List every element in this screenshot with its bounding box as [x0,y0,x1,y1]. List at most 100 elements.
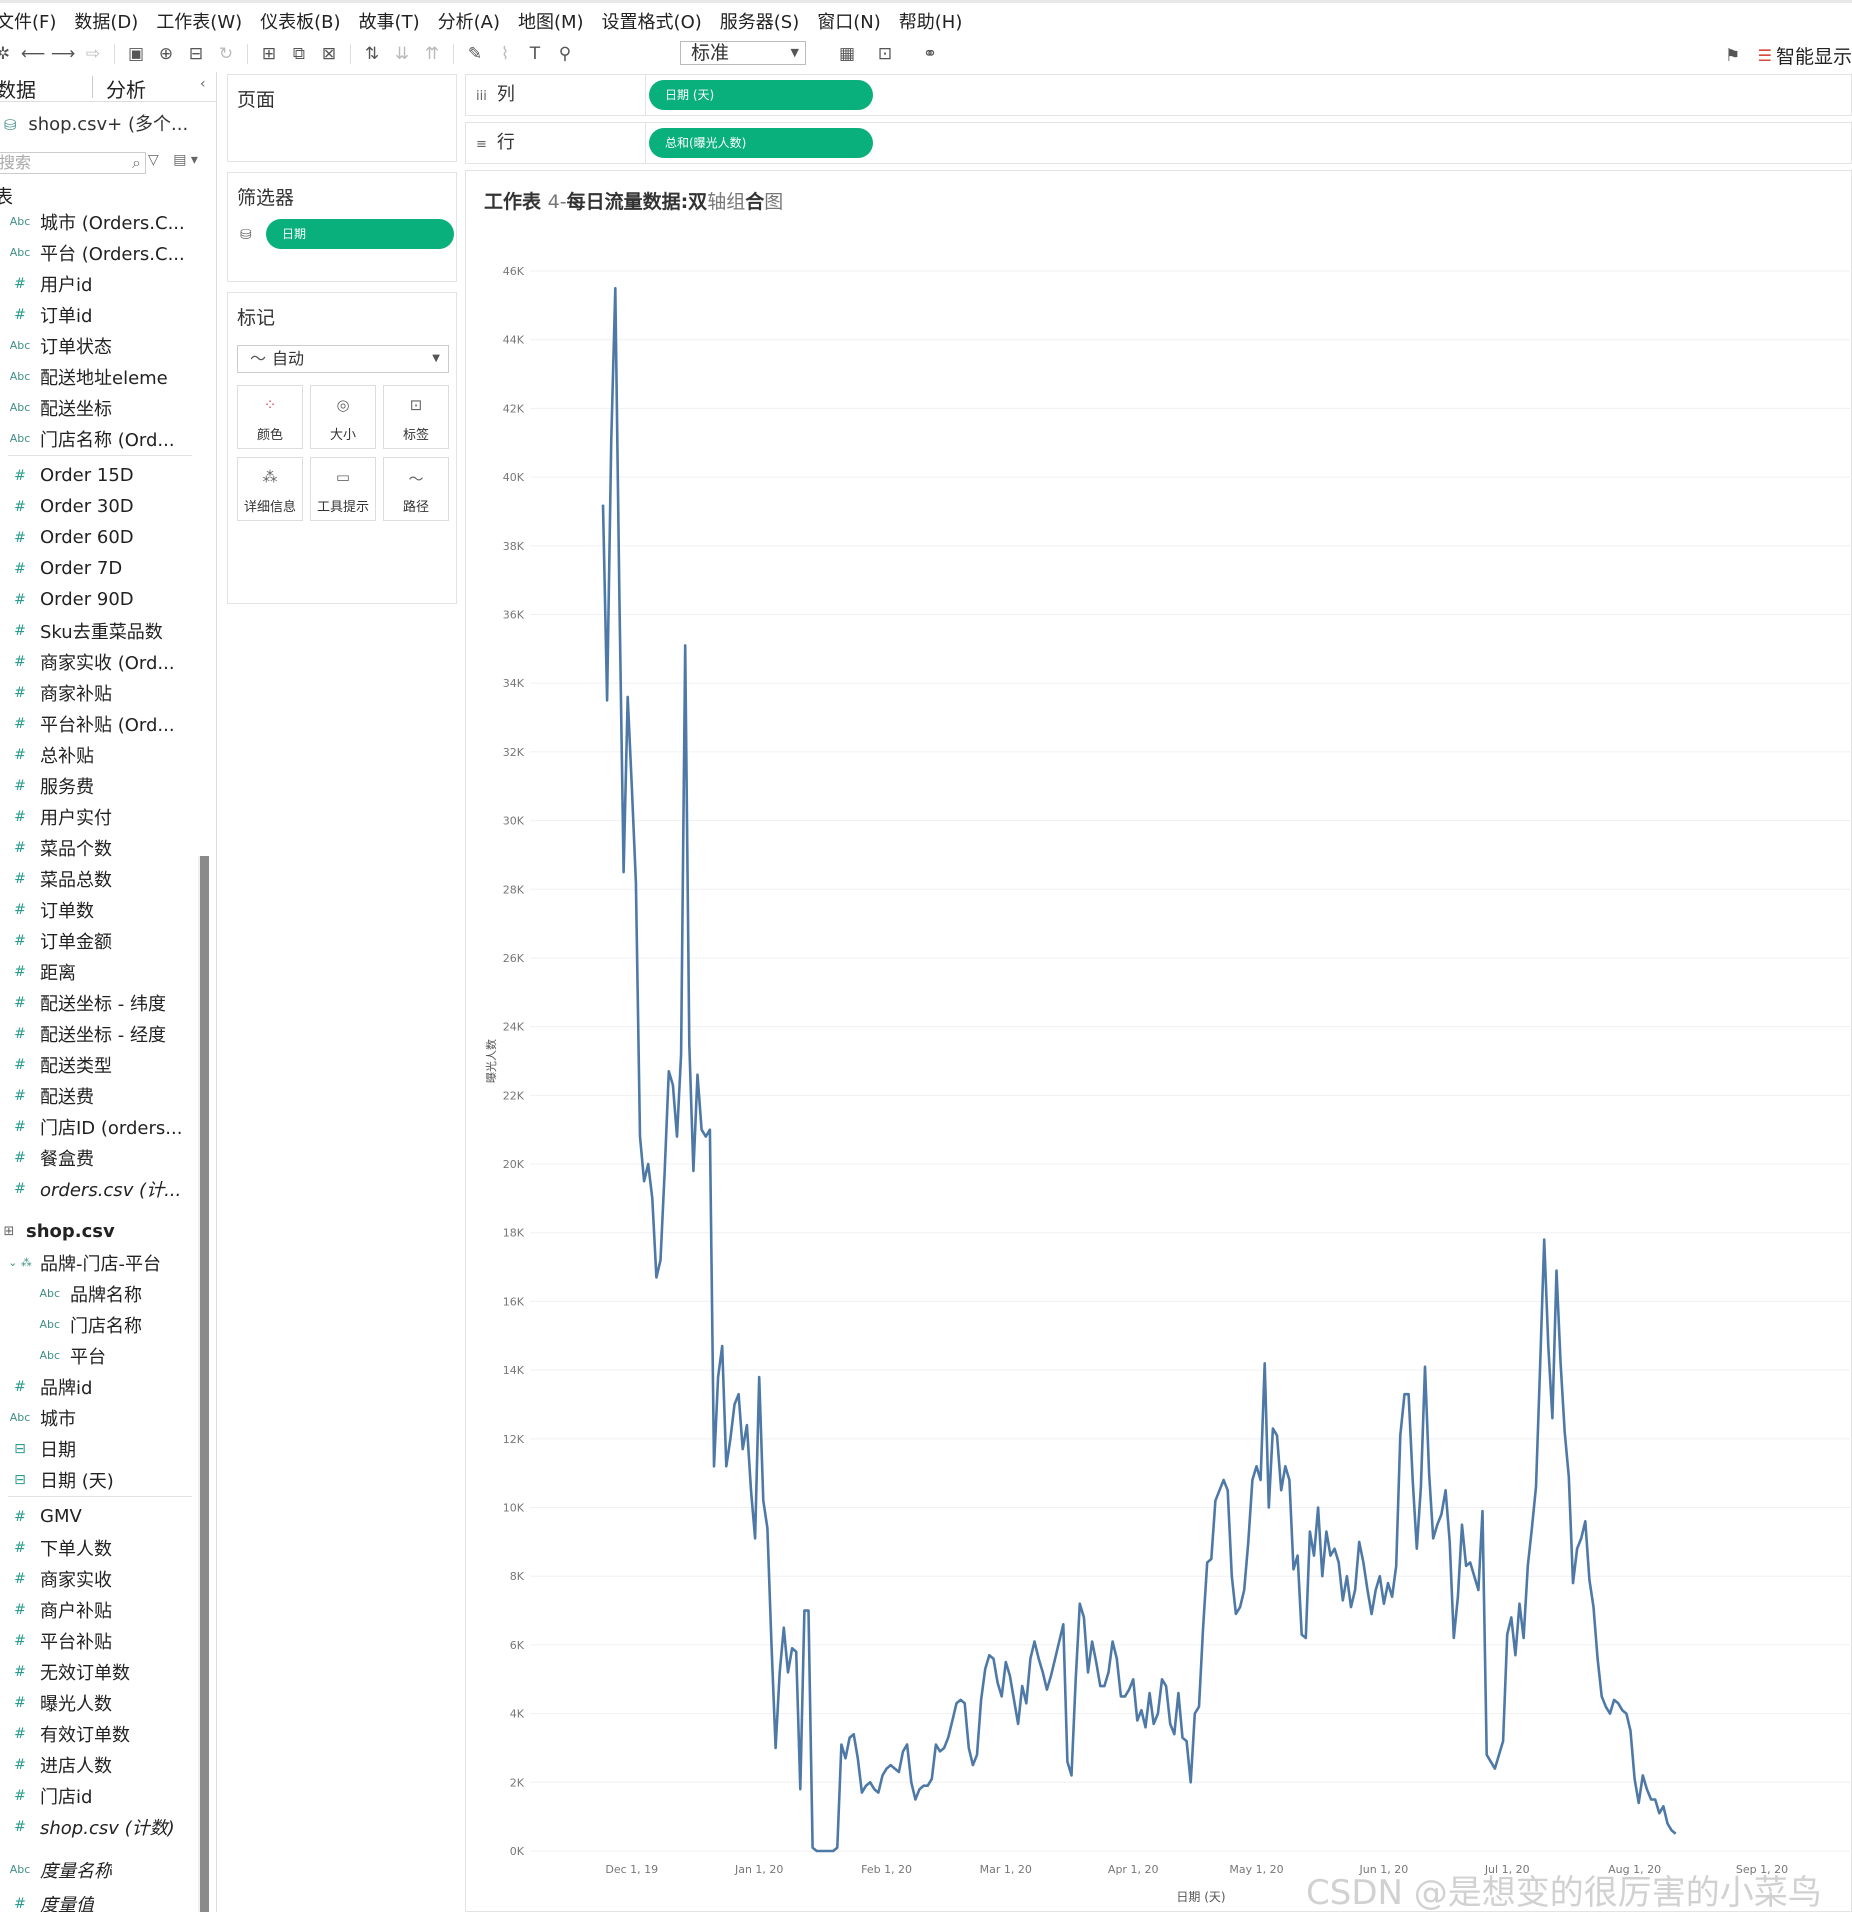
sort-ascending-icon[interactable]: ⇊ [387,44,417,64]
size-button[interactable]: ◎ 大小 [310,385,376,449]
scrollbar-thumb[interactable] [200,856,209,1912]
filter-pill-date[interactable]: 日期 [266,219,454,249]
field-item[interactable]: # 订单金额 [0,925,200,956]
refresh-icon[interactable]: ↻ [211,44,241,64]
duplicate-icon[interactable]: ⧉ [284,44,314,64]
line-chart[interactable]: 0K 2K 4K 6K 8K 10K 12K 14K 16K 18K 20K 22K 24K 26K 28K… [466,171,1852,1912]
field-item[interactable]: Abc 门店名称 (Ord... [0,423,200,454]
pages-card[interactable]: 页面 [227,74,457,162]
field-item[interactable]: # Order 7D [0,553,200,584]
field-item[interactable]: # Order 15D [0,460,200,491]
rows-shelf[interactable]: ≡ 行 总和(曝光人数) [465,122,1852,164]
columns-shelf[interactable]: iii 列 日期 (天) [465,74,1852,116]
redo-icon[interactable]: ⟶ [48,44,78,64]
detail-button[interactable]: ⁂ 详细信息 [237,457,303,521]
save-icon[interactable]: ▣ [121,44,151,64]
highlight-icon[interactable]: ✎ [460,44,490,64]
field-item[interactable]: # 度量值 [0,1888,200,1912]
field-item[interactable]: # shop.csv (计数) [0,1811,200,1842]
color-button[interactable]: ⁘ 颜色 [237,385,303,449]
filter-icon[interactable]: ▽ [148,152,159,168]
field-item[interactable]: # 菜品总数 [0,863,200,894]
pin-tool-icon[interactable]: ⚑ [1718,46,1748,66]
table-shop-csv[interactable]: ⊞ shop.csv [0,1216,192,1247]
menu-item-3[interactable]: 仪表板(B) [260,8,340,34]
menu-item-4[interactable]: 故事(T) [359,8,420,34]
field-item[interactable]: # 商家实收 (Ord... [0,646,200,677]
field-item[interactable]: Abc 配送坐标 [0,392,200,423]
field-item[interactable]: Abc 城市 [0,1402,200,1433]
tableau-logo-icon[interactable]: ✲ [0,44,18,64]
menu-item-8[interactable]: 服务器(S) [720,8,799,34]
undo-icon[interactable]: ⟵ [18,44,48,64]
swap-icon[interactable]: ⇅ [357,44,387,64]
field-item[interactable]: Abc 度量名称 [0,1854,200,1885]
field-item[interactable]: # 订单数 [0,894,200,925]
presentation-icon[interactable]: ⊡ [870,44,900,64]
menu-item-5[interactable]: 分析(A) [438,8,500,34]
menu-item-2[interactable]: 工作表(W) [156,8,242,34]
field-item[interactable]: Abc 平台 (Orders.C... [0,237,200,268]
show-cards-icon[interactable]: ▦ [832,44,862,64]
field-item[interactable]: # 品牌id [0,1371,200,1402]
collapse-icon[interactable]: ‹ [200,76,206,92]
mark-type-select[interactable]: 〜自动 ▼ [237,345,449,373]
field-item[interactable]: Abc 城市 (Orders.C... [0,206,200,237]
field-item[interactable]: Abc 门店名称 [0,1309,200,1340]
sort-descending-icon[interactable]: ⇈ [417,44,447,64]
field-item[interactable]: # 平台补贴 [0,1625,200,1656]
replay-icon[interactable]: ⇨ [78,44,108,64]
field-item[interactable]: # 餐盒费 [0,1142,200,1173]
field-item[interactable]: # Order 90D [0,584,200,615]
pin-icon[interactable]: ⚲ [550,44,580,64]
clear-sheet-icon[interactable]: ⊠ [314,44,344,64]
field-item[interactable]: Abc 平台 [0,1340,200,1371]
menu-item-0[interactable]: 文件(F) [0,8,56,34]
field-item[interactable]: # 菜品个数 [0,832,200,863]
field-item[interactable]: # 无效订单数 [0,1656,200,1687]
field-item[interactable]: # 距离 [0,956,200,987]
view-toggle-icon[interactable]: ▤ ▾ [173,152,198,168]
field-item[interactable]: # 商家实收 [0,1563,200,1594]
field-item[interactable]: # 有效订单数 [0,1718,200,1749]
field-item[interactable]: # Order 30D [0,491,200,522]
field-item[interactable]: # 配送坐标 - 经度 [0,1018,200,1049]
group-icon[interactable]: ⌇ [490,44,520,64]
field-item[interactable]: # 配送坐标 - 纬度 [0,987,200,1018]
labels-icon[interactable]: T [520,44,550,64]
tab-data[interactable]: 数据 [0,74,36,103]
field-item[interactable]: # 平台补贴 (Ord... [0,708,200,739]
field-item[interactable]: # Sku去重菜品数 [0,615,200,646]
field-item[interactable]: Abc 配送地址eleme [0,361,200,392]
new-datasource-icon[interactable]: ⊕ [151,44,181,64]
field-item[interactable]: Abc 品牌名称 [0,1278,200,1309]
menu-item-7[interactable]: 设置格式(O) [602,8,702,34]
fit-select[interactable]: 标准 ▼ [680,41,806,65]
label-button[interactable]: ⊡ 标签 [383,385,449,449]
field-item[interactable]: # 下单人数 [0,1532,200,1563]
field-item[interactable]: # GMV [0,1501,200,1532]
series-line-exposure[interactable] [601,286,1677,1853]
field-item[interactable]: # 服务费 [0,770,200,801]
field-item[interactable]: # 商户补贴 [0,1594,200,1625]
tooltip-button[interactable]: ▭ 工具提示 [310,457,376,521]
field-item[interactable]: # 订单id [0,299,200,330]
show-me-button[interactable]: 智能显示 [1776,42,1852,69]
field-item[interactable]: # 门店ID (orders... [0,1111,200,1142]
field-item[interactable]: ⌄ ⁂ 品牌-门店-平台 [0,1247,200,1278]
field-item[interactable]: ⊟ 日期 (天) [0,1464,200,1495]
field-item[interactable]: # 配送费 [0,1080,200,1111]
field-item[interactable]: # 门店id [0,1780,200,1811]
columns-pill-date-day[interactable]: 日期 (天) [649,80,873,110]
field-item[interactable]: # Order 60D [0,522,200,553]
field-item[interactable]: Abc 订单状态 [0,330,200,361]
menu-item-9[interactable]: 窗口(N) [817,8,881,34]
menu-item-6[interactable]: 地图(M) [518,8,584,34]
menu-item-1[interactable]: 数据(D) [74,8,138,34]
field-item[interactable]: # 进店人数 [0,1749,200,1780]
field-item[interactable]: ⊟ 日期 [0,1433,200,1464]
share-icon[interactable]: ⚭ [915,44,945,64]
field-item[interactable]: # 总补贴 [0,739,200,770]
tab-analysis[interactable]: 分析 [106,74,146,103]
field-item[interactable]: # 曝光人数 [0,1687,200,1718]
